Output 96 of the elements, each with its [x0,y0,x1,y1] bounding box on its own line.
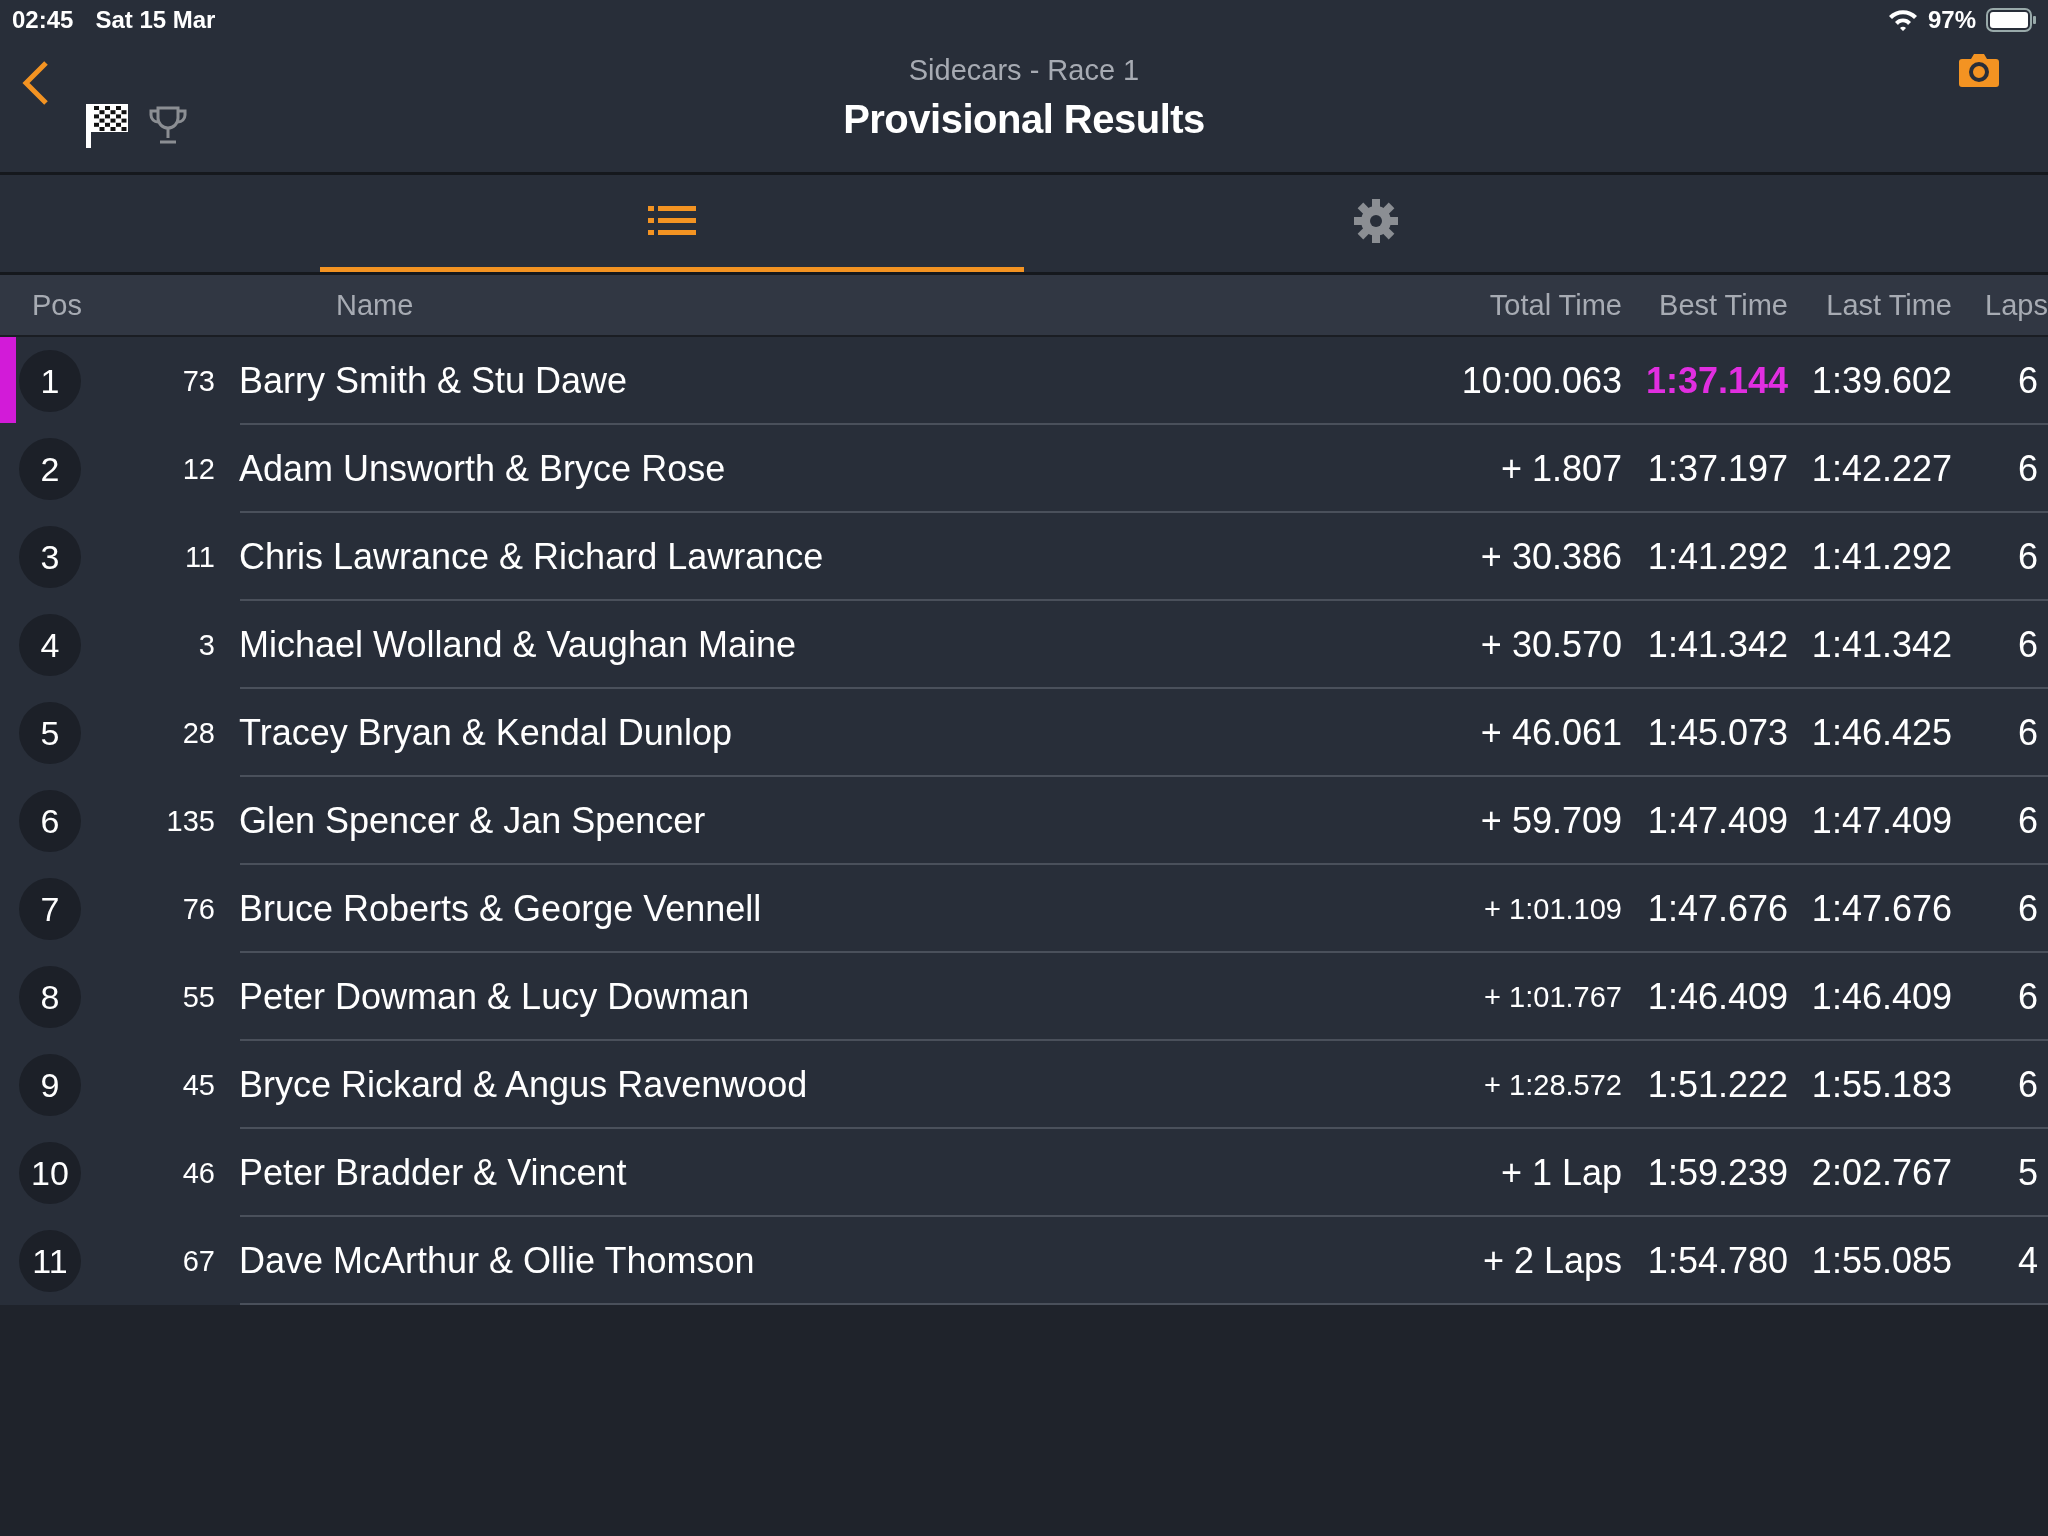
rider-names: Tracey Bryan & Kendal Dunlop [238,712,733,754]
laps-count: 6 [2017,712,2039,754]
battery-percent: 97% [1927,6,1976,34]
camera-icon[interactable] [1958,52,2000,88]
last-time: 1:47.676 [1811,888,1952,930]
laps-count: 6 [2017,1064,2039,1106]
last-time: 1:55.085 [1811,1240,1952,1282]
total-time: + 30.386 [1480,536,1622,578]
best-time: 1:46.409 [1647,976,1788,1018]
trophy-icon[interactable] [148,105,188,145]
car-number: 28 [182,716,215,750]
laps-count: 6 [2017,624,2039,666]
car-number: 55 [182,980,215,1014]
position-badge: 5 [19,702,81,764]
total-time: + 1:28.572 [1484,1068,1622,1102]
list-icon [648,206,696,236]
settings-icon [1353,198,1399,244]
total-time: + 30.570 [1480,624,1622,666]
total-time: + 46.061 [1480,712,1622,754]
position-badge: 2 [19,438,81,500]
wifi-icon [1887,9,1918,31]
best-time: 1:41.292 [1647,536,1788,578]
laps-count: 6 [2017,448,2039,490]
laps-count: 6 [2017,976,2039,1018]
race-subtitle: Sidecars - Race 1 [908,54,1140,87]
car-number: 73 [182,364,215,398]
column-header[interactable]: Last Time [1826,288,1952,322]
column-header[interactable]: Name [100,288,1226,322]
total-time: + 1:01.109 [1484,892,1622,926]
rider-names: Barry Smith & Stu Dawe [238,360,629,402]
column-header[interactable]: Laps [1985,288,2048,322]
rider-names: Glen Spencer & Jan Spencer [238,800,707,842]
rider-names: Adam Unsworth & Bryce Rose [238,448,727,490]
car-number: 67 [182,1244,215,1278]
car-number: 3 [198,628,215,662]
best-time: 1:59.239 [1647,1152,1788,1194]
best-time: 1:37.144 [1645,360,1788,402]
total-time: + 1.807 [1500,448,1622,490]
page-title: Provisional Results [843,97,1205,142]
total-time: + 59.709 [1480,800,1622,842]
laps-count: 6 [2017,800,2039,842]
rider-names: Michael Wolland & Vaughan Maine [238,624,797,666]
last-time: 1:41.292 [1811,536,1952,578]
battery-icon [1986,8,2036,32]
rider-names: Dave McArthur & Ollie Thomson [238,1240,756,1282]
car-number: 11 [184,540,215,574]
last-time: 1:47.409 [1811,800,1952,842]
best-time: 1:45.073 [1647,712,1788,754]
laps-count: 5 [2017,1152,2039,1194]
best-time: 1:51.222 [1647,1064,1788,1106]
column-header[interactable]: Total Time [1489,288,1622,322]
car-number: 45 [182,1068,215,1102]
total-time: + 1:01.767 [1484,980,1622,1014]
last-time: 1:41.342 [1811,624,1952,666]
laps-count: 6 [2017,360,2039,402]
best-time: 1:54.780 [1647,1240,1788,1282]
rider-names: Chris Lawrance & Richard Lawrance [238,536,825,578]
total-time: + 2 Laps [1482,1240,1622,1282]
best-time: 1:47.676 [1647,888,1788,930]
laps-count: 4 [2017,1240,2039,1282]
laps-count: 6 [2017,536,2039,578]
position-badge: 7 [19,878,81,940]
last-time: 2:02.767 [1811,1152,1952,1194]
car-number: 135 [166,804,215,838]
position-badge: 8 [19,966,81,1028]
rider-names: Peter Dowman & Lucy Dowman [238,976,751,1018]
laps-count: 6 [2017,888,2039,930]
rider-names: Bruce Roberts & George Vennell [238,888,763,930]
back-icon[interactable] [20,60,50,106]
best-time: 1:41.342 [1647,624,1788,666]
best-time: 1:47.409 [1647,800,1788,842]
position-badge: 6 [19,790,81,852]
status-time: 02:45 [12,6,74,34]
position-badge: 11 [19,1230,81,1292]
last-time: 1:39.602 [1811,360,1952,402]
car-number: 76 [182,892,215,926]
last-time: 1:46.425 [1811,712,1952,754]
rider-names: Peter Bradder & Vincent [238,1152,628,1194]
total-time: 10:00.063 [1461,360,1622,402]
car-number: 12 [182,452,215,486]
checkered-flag-icon[interactable] [86,102,128,148]
position-badge: 3 [19,526,81,588]
position-badge: 9 [19,1054,81,1116]
car-number: 46 [182,1156,215,1190]
column-header[interactable]: Best Time [1659,288,1788,322]
last-time: 1:42.227 [1811,448,1952,490]
rider-names: Bryce Rickard & Angus Ravenwood [238,1064,809,1106]
position-badge: 1 [19,350,81,412]
column-header[interactable]: Pos [0,288,100,322]
last-time: 1:46.409 [1811,976,1952,1018]
position-badge: 4 [19,614,81,676]
status-date: Sat 15 Mar [95,6,216,34]
position-badge: 10 [19,1142,81,1204]
last-time: 1:55.183 [1811,1064,1952,1106]
total-time: + 1 Lap [1500,1152,1622,1194]
best-time: 1:37.197 [1647,448,1788,490]
